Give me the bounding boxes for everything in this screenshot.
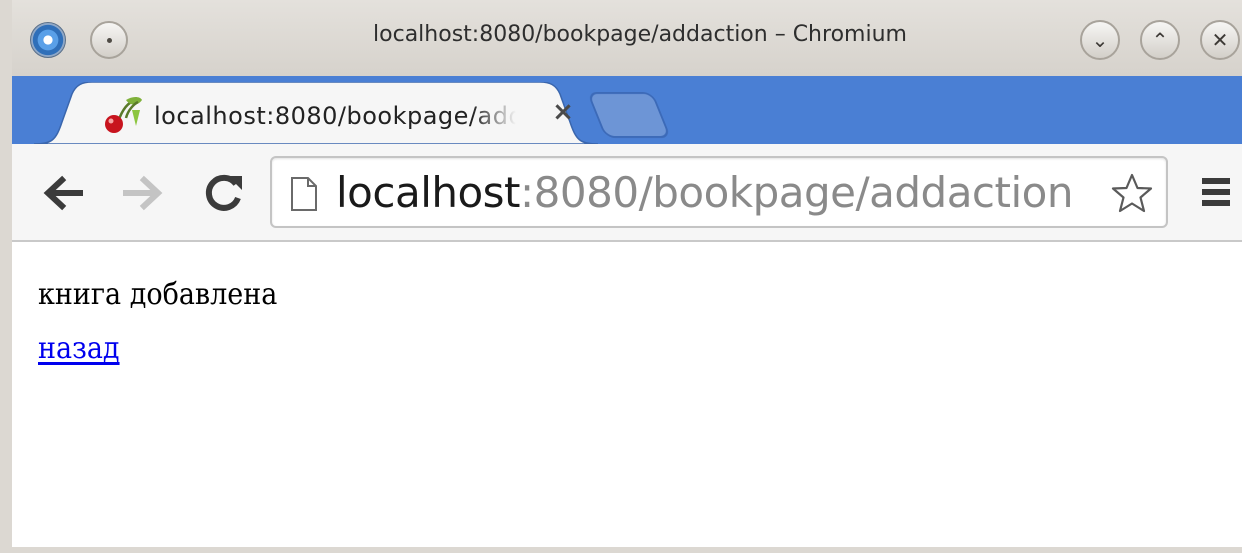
window-menu-button[interactable] bbox=[90, 21, 128, 59]
minimize-icon: ⌄ bbox=[1091, 28, 1109, 52]
close-window-button[interactable]: ✕ bbox=[1200, 20, 1240, 60]
cherry-favicon-icon bbox=[105, 97, 142, 133]
tab-title: localhost:8080/bookpage/addaction bbox=[154, 102, 516, 130]
title-bar: localhost:8080/bookpage/addaction – Chro… bbox=[12, 0, 1242, 76]
bookmark-star-icon[interactable] bbox=[1110, 172, 1154, 216]
window-title: localhost:8080/bookpage/addaction – Chro… bbox=[373, 22, 907, 47]
url-path: :8080/bookpage/addaction bbox=[520, 168, 1073, 217]
toolbar: localhost:8080/bookpage/addaction bbox=[12, 144, 1242, 242]
reload-icon[interactable] bbox=[200, 170, 246, 216]
maximize-button[interactable]: ⌃ bbox=[1140, 20, 1180, 60]
url-host: localhost bbox=[336, 168, 521, 217]
tab-strip: localhost:8080/bookpage/addaction × bbox=[12, 76, 1242, 144]
back-arrow-icon[interactable] bbox=[40, 170, 86, 216]
address-bar[interactable]: localhost:8080/bookpage/addaction bbox=[270, 156, 1168, 228]
page-document-icon bbox=[291, 177, 317, 211]
chromium-app-icon bbox=[30, 22, 66, 58]
status-message: книга добавлена bbox=[38, 277, 278, 312]
tab-active[interactable]: localhost:8080/bookpage/addaction × bbox=[36, 82, 592, 144]
url-text[interactable]: localhost:8080/bookpage/addaction bbox=[336, 168, 1073, 218]
new-tab-button[interactable] bbox=[586, 92, 672, 138]
back-link[interactable]: назад bbox=[38, 324, 120, 374]
minimize-button[interactable]: ⌄ bbox=[1080, 20, 1120, 60]
maximize-icon: ⌃ bbox=[1151, 28, 1169, 52]
browser-window: localhost:8080/bookpage/addaction – Chro… bbox=[0, 0, 1242, 553]
forward-arrow-icon[interactable] bbox=[120, 170, 166, 216]
close-icon: ✕ bbox=[1211, 28, 1229, 52]
chrome-menu-icon[interactable] bbox=[1196, 174, 1236, 210]
tab-close-button[interactable]: × bbox=[548, 96, 578, 128]
page-content: книга добавлена назад bbox=[38, 270, 1218, 374]
